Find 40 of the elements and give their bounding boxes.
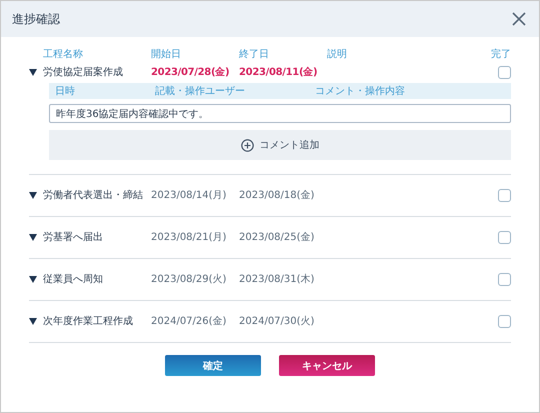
end-date: 2023/08/31(木) [239, 272, 316, 286]
plus-circle-icon [240, 138, 254, 152]
comment-field[interactable]: 昨年度36協定届内容確認中です。 [49, 104, 511, 123]
step-name: 労基署へ届出 [43, 230, 104, 244]
dialog-title: 進捗確認 [12, 10, 60, 28]
start-date: 2023/08/21(月) [151, 231, 228, 244]
done-checkbox[interactable] [498, 66, 511, 78]
expand-triangle-icon[interactable] [29, 192, 37, 198]
comment-column-header: コメント・操作内容 [315, 84, 406, 98]
step-name: 労働者代表選出・締結 [43, 188, 144, 202]
column-header: 説明 [327, 48, 348, 61]
comment-column-header: 記載・操作ユーザー [155, 84, 246, 98]
dialog-button[interactable]: キャンセル [279, 355, 375, 376]
done-checkbox[interactable] [498, 230, 511, 244]
end-date: 2023/08/18(金) [239, 189, 316, 202]
column-header: 完了 [490, 48, 511, 61]
comment-column-header: 日時 [55, 84, 76, 98]
close-icon[interactable] [512, 12, 526, 26]
end-date: 2024/07/30(火) [239, 314, 316, 328]
end-date: 2023/08/25(金) [239, 231, 316, 244]
step-name: 労使協定届案作成 [43, 66, 124, 79]
start-date: 2024/07/26(金) [151, 315, 228, 328]
done-checkbox[interactable] [498, 314, 511, 328]
column-header: 終了日 [239, 48, 270, 61]
expand-triangle-icon[interactable] [29, 276, 37, 282]
column-header: 工程名称 [43, 48, 84, 61]
column-header: 開始日 [151, 48, 182, 61]
expand-triangle-icon[interactable] [29, 318, 37, 324]
start-date: 2023/08/29(火) [151, 272, 228, 286]
end-date: 2023/08/11(金) [239, 66, 318, 79]
start-date: 2023/07/28(金) [151, 66, 230, 79]
done-checkbox[interactable] [498, 188, 511, 202]
done-checkbox[interactable] [498, 272, 511, 286]
step-name: 次年度作業工程作成 [43, 314, 134, 328]
step-name: 従業員へ周知 [43, 272, 104, 286]
expand-triangle-icon[interactable] [29, 234, 37, 240]
dialog-button[interactable]: 確定 [165, 355, 261, 376]
expand-triangle-icon[interactable] [29, 68, 37, 76]
add-comment-button[interactable]: コメント追加 [49, 130, 511, 160]
start-date: 2023/08/14(月) [151, 189, 228, 202]
